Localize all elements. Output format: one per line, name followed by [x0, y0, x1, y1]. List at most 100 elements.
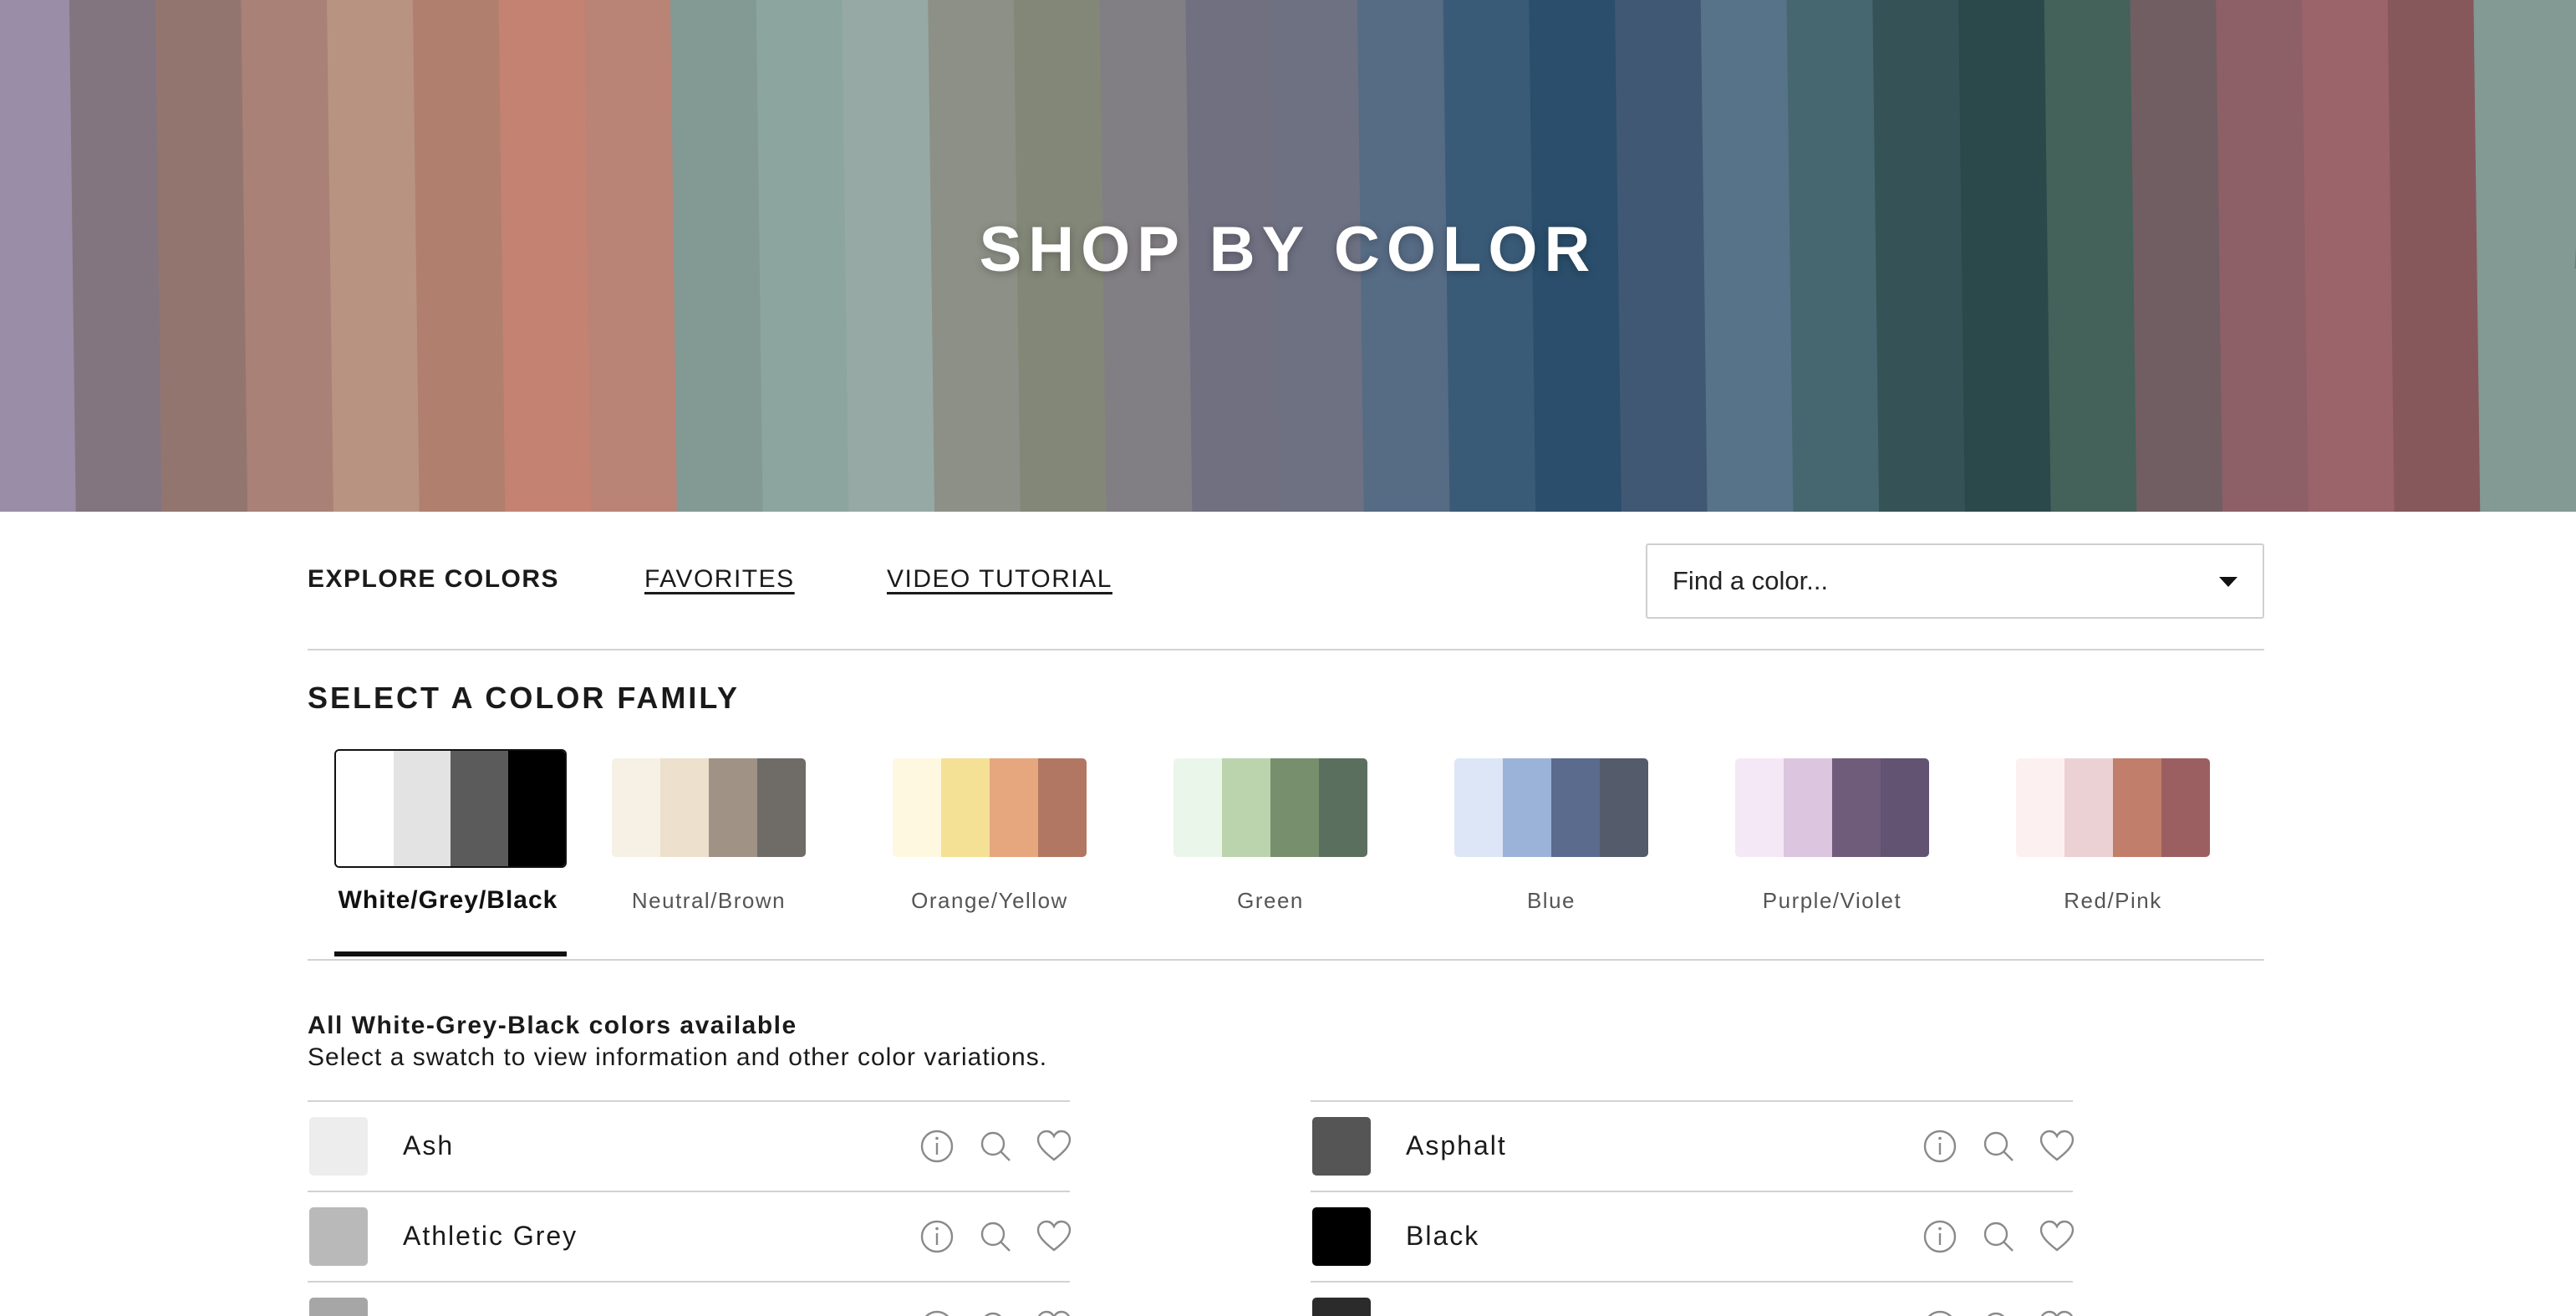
swatch-stripe [2016, 758, 2064, 857]
color-swatch[interactable] [309, 1298, 368, 1316]
color-name: Ash [403, 1130, 455, 1160]
info-icon[interactable] [1921, 1217, 1959, 1256]
color-list-right: Asphalt Black [1311, 1100, 2076, 1316]
chevron-down-icon[interactable] [2219, 577, 2237, 587]
heart-icon[interactable] [1035, 1308, 1073, 1316]
search-icon[interactable] [976, 1217, 1015, 1256]
swatch-stripe [990, 758, 1038, 857]
results-subtitle: Select a swatch to view information and … [308, 1043, 1048, 1071]
swatch-stripe [1173, 758, 1222, 857]
color-row[interactable] [308, 1281, 1073, 1316]
hero-banner: SHOP BY COLOR [0, 0, 2576, 512]
swatch-stripe [660, 758, 709, 857]
color-row[interactable]: Black [1311, 1191, 2076, 1281]
color-name: Black [1406, 1221, 1480, 1251]
heart-icon[interactable] [1035, 1217, 1073, 1256]
swatch-stripe [1600, 758, 1648, 857]
search-icon[interactable] [1979, 1127, 2018, 1166]
color-family-neutral-brown[interactable]: Neutral/Brown [580, 746, 816, 963]
tab-favorites[interactable]: FAVORITES [644, 565, 795, 594]
swatch-stripe [1832, 758, 1881, 857]
swatch-stripe [336, 751, 394, 866]
search-icon[interactable] [1979, 1308, 2018, 1316]
color-row[interactable]: Ash [308, 1100, 1073, 1191]
active-family-underline [334, 951, 567, 956]
color-name: Athletic Grey [403, 1221, 578, 1251]
swatch-stripe [393, 751, 451, 866]
find-color-select[interactable]: Find a color... [1646, 543, 2264, 619]
swatch-stripe [893, 758, 941, 857]
swatch-stripe [1735, 758, 1784, 857]
family-swatch [1735, 758, 1929, 857]
heart-icon[interactable] [2038, 1127, 2076, 1166]
swatch-stripe [1881, 758, 1929, 857]
swatch-stripe [507, 751, 565, 866]
swatch-stripe [2064, 758, 2113, 857]
swatch-stripe [1503, 758, 1551, 857]
color-swatch[interactable] [1312, 1298, 1371, 1316]
color-name: Asphalt [1406, 1130, 1507, 1160]
tab-video-tutorial[interactable]: VIDEO TUTORIAL [887, 565, 1112, 594]
family-swatch [612, 758, 806, 857]
swatch-stripe [1038, 758, 1087, 857]
explore-nav: EXPLORE COLORS FAVORITES VIDEO TUTORIAL … [308, 543, 2264, 620]
swatch-stripe [1222, 758, 1270, 857]
info-icon[interactable] [1921, 1308, 1959, 1316]
section-title: SELECT A COLOR FAMILY [308, 681, 741, 715]
swatch-stripe [1270, 758, 1319, 857]
color-family-green[interactable]: Green [1142, 746, 1377, 963]
color-swatch[interactable] [309, 1117, 368, 1176]
swatch-stripe [612, 758, 660, 857]
color-family-white-grey-black[interactable]: White/Grey/Black [329, 746, 567, 963]
swatch-stripe [757, 758, 806, 857]
family-swatch [2016, 758, 2210, 857]
color-family-blue[interactable]: Blue [1423, 746, 1658, 963]
swatch-stripe [1784, 758, 1832, 857]
family-label: Purple/Violet [1762, 888, 1902, 913]
swatch-stripe [1551, 758, 1600, 857]
heart-icon[interactable] [1035, 1127, 1073, 1166]
family-swatch [1173, 758, 1367, 857]
info-icon[interactable] [918, 1127, 956, 1166]
family-label: Orange/Yellow [911, 888, 1068, 913]
color-list-left: Ash Athletic Grey [308, 1100, 1073, 1316]
info-icon[interactable] [918, 1217, 956, 1256]
swatch-stripe [709, 758, 757, 857]
color-row[interactable]: Athletic Grey [308, 1191, 1073, 1281]
family-swatch [334, 749, 567, 868]
divider [308, 649, 2264, 650]
heart-icon[interactable] [2038, 1217, 2076, 1256]
info-icon[interactable] [1921, 1127, 1959, 1166]
color-swatch[interactable] [1312, 1117, 1371, 1176]
swatch-stripe [2161, 758, 2210, 857]
color-family-orange-yellow[interactable]: Orange/Yellow [861, 746, 1097, 963]
color-family-purple-violet[interactable]: Purple/Violet [1703, 746, 1939, 963]
heart-icon[interactable] [2038, 1308, 2076, 1316]
swatch-stripe [451, 751, 508, 866]
results-title: All White-Grey-Black colors available [308, 1012, 797, 1039]
family-label: White/Grey/Black [338, 886, 558, 914]
search-icon[interactable] [976, 1127, 1015, 1166]
family-swatch [1454, 758, 1648, 857]
tab-explore-colors[interactable]: EXPLORE COLORS [308, 565, 559, 594]
color-family-red-pink[interactable]: Red/Pink [1984, 746, 2220, 963]
color-swatch[interactable] [309, 1207, 368, 1266]
family-swatch [893, 758, 1087, 857]
family-label: Green [1237, 888, 1304, 913]
family-label: Blue [1526, 888, 1576, 913]
swatch-stripe [1319, 758, 1367, 857]
swatch-stripe [2113, 758, 2161, 857]
search-icon[interactable] [976, 1308, 1015, 1316]
swatch-stripe [941, 758, 990, 857]
color-row[interactable]: Asphalt [1311, 1100, 2076, 1191]
family-label: Red/Pink [2064, 888, 2162, 913]
info-icon[interactable] [918, 1308, 956, 1316]
color-swatch[interactable] [1312, 1207, 1371, 1266]
find-color-placeholder: Find a color... [1672, 566, 1829, 595]
color-row[interactable] [1311, 1281, 2076, 1316]
family-label: Neutral/Brown [631, 888, 787, 913]
swatch-stripe [1454, 758, 1503, 857]
search-icon[interactable] [1979, 1217, 2018, 1256]
divider [308, 959, 2264, 961]
hero-title: SHOP BY COLOR [979, 214, 1597, 285]
